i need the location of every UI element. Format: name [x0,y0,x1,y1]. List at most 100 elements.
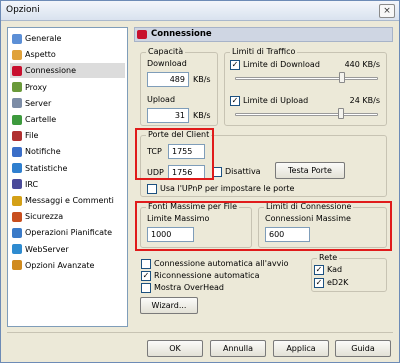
sidebar-item-label: IRC [25,179,39,189]
ok-button[interactable]: OK [147,340,203,357]
upload-limit-slider[interactable] [235,113,378,116]
kad-label: Kad [327,265,343,274]
sidebar-item-cartelle[interactable]: Cartelle [10,112,125,127]
upload-unit-label: KB/s [193,111,211,120]
paint-icon [12,49,22,60]
upload-capacity-input[interactable]: 31 [147,108,189,123]
advanced-icon [12,260,22,271]
sidebar-item-notifiche[interactable]: Notifiche [10,144,125,159]
cancel-button[interactable]: Annulla [210,340,266,357]
sidebar-item-proxy[interactable]: Proxy [10,80,125,95]
ed2k-checkbox[interactable]: ✓ [314,278,324,288]
sidebar-item-label: File [25,131,39,141]
sidebar-item-opzioni-avanzate[interactable]: Opzioni Avanzate [10,258,125,273]
proxy-icon [12,82,22,93]
sidebar-item-operazioni-pianificate[interactable]: Operazioni Pianificate [10,225,125,240]
capacity-legend: Capacità [146,47,186,56]
traffic-limits-group: Limiti di Traffico ✓ Limite di Download … [224,47,387,126]
file-icon [12,130,22,141]
notify-icon [12,146,22,157]
sidebar-item-file[interactable]: File [10,128,125,143]
options-sidebar: Generale Aspetto Connessione Proxy Server Car… [7,27,128,327]
close-button[interactable]: × [379,4,395,18]
download-slider-thumb[interactable] [339,72,346,83]
max-sources-legend: Fonti Massime per File [146,202,240,211]
network-legend: Rete [317,253,340,262]
title-bar: Opzioni × [1,1,399,21]
reconnect-checkbox[interactable]: ✓ [141,271,151,281]
sidebar-item-statistiche[interactable]: Statistiche [10,161,125,176]
download-limit-label: Limite di Download [243,60,320,69]
connection-limits-group: Limiti di Connessione Connessioni Massim… [258,202,387,248]
upload-limit-value: 24 KB/s [349,96,380,105]
download-limit-checkbox[interactable]: ✓ [230,60,240,70]
max-connections-input[interactable]: 600 [265,227,310,242]
upload-limit-label: Limite di Upload [243,96,309,105]
overhead-checkbox[interactable] [141,283,151,293]
connection-limits-legend: Limiti di Connessione [264,202,354,211]
sidebar-item-label: WebServer [25,244,69,254]
sidebar-item-label: Generale [25,34,62,43]
max-sources-group: Fonti Massime per File Limite Massimo 10… [140,202,252,248]
upnp-checkbox[interactable] [147,184,157,194]
test-ports-button[interactable]: Testa Porte [275,162,345,179]
kad-checkbox[interactable]: ✓ [314,265,324,275]
server-icon [12,98,22,109]
disable-udp-label: Disattiva [225,167,261,176]
schedule-icon [12,227,22,238]
upload-slider-thumb[interactable] [337,108,344,119]
panel-header: Connessione [134,27,393,42]
download-unit-label: KB/s [193,75,211,84]
sidebar-item-label: Notifiche [25,147,61,157]
download-limit-value: 440 KB/s [344,60,380,69]
message-icon [12,195,22,206]
overhead-label: Mostra OverHead [154,283,224,292]
help-button[interactable]: Guida [335,340,391,357]
sidebar-item-label: Aspetto [25,50,56,60]
sidebar-item-connessione[interactable]: Connessione [10,63,125,79]
udp-port-input[interactable]: 1756 [168,165,205,180]
auto-connect-label: Connessione automatica all'avvio [154,259,289,268]
sidebar-item-generale[interactable]: Generale [10,31,125,46]
upload-capacity-label: Upload [147,95,176,104]
sidebar-item-webserver[interactable]: WebServer [10,242,125,257]
client-ports-group: Porte del Client TCP 1755 UDP 1756 Disat… [140,130,387,197]
max-sources-input[interactable]: 1000 [147,227,194,242]
upnp-label: Usa l'UPnP per impostare le porte [160,184,295,193]
stats-icon [12,163,22,174]
sidebar-item-label: Statistiche [25,163,68,173]
sidebar-item-label: Sicurezza [25,212,64,222]
max-sources-label: Limite Massimo [147,214,210,223]
options-window: Opzioni × Generale Aspetto Connessione Prox… [0,0,400,363]
sidebar-item-messaggi-e-commenti[interactable]: Messaggi e Commenti [10,193,125,208]
udp-label: UDP [147,168,164,177]
tcp-port-input[interactable]: 1755 [168,144,205,159]
sidebar-item-label: Server [25,98,52,108]
ed2k-label: eD2K [327,278,349,287]
download-limit-slider[interactable] [235,77,378,80]
connection-icon [137,30,147,39]
sidebar-item-sicurezza[interactable]: Sicurezza [10,209,125,224]
disable-udp-checkbox[interactable] [212,167,222,177]
apply-button[interactable]: Applica [273,340,329,357]
max-connections-label: Connessioni Massime [265,214,351,223]
sidebar-item-label: Opzioni Avanzate [25,260,95,270]
download-capacity-label: Download [147,59,187,68]
sidebar-item-label: Proxy [25,82,47,92]
wizard-button[interactable]: Wizard... [140,297,198,314]
tcp-label: TCP [147,147,162,156]
network-group: Rete ✓ Kad ✓ eD2K [311,253,387,292]
sidebar-item-irc[interactable]: IRC [10,177,125,192]
sidebar-item-aspetto[interactable]: Aspetto [10,47,125,62]
auto-connect-checkbox[interactable] [141,259,151,269]
sidebar-item-server[interactable]: Server [10,96,125,111]
traffic-limits-legend: Limiti di Traffico [230,47,298,56]
globe-icon [12,244,22,255]
folder-icon [12,114,22,125]
sidebar-item-label: Cartelle [25,115,57,124]
upload-limit-checkbox[interactable]: ✓ [230,96,240,106]
footer-separator [7,332,393,333]
capacity-group: Capacità Download 489 KB/s Upload 31 KB/… [140,47,218,126]
sidebar-item-label: Operazioni Pianificate [25,228,113,238]
download-capacity-input[interactable]: 489 [147,72,189,87]
